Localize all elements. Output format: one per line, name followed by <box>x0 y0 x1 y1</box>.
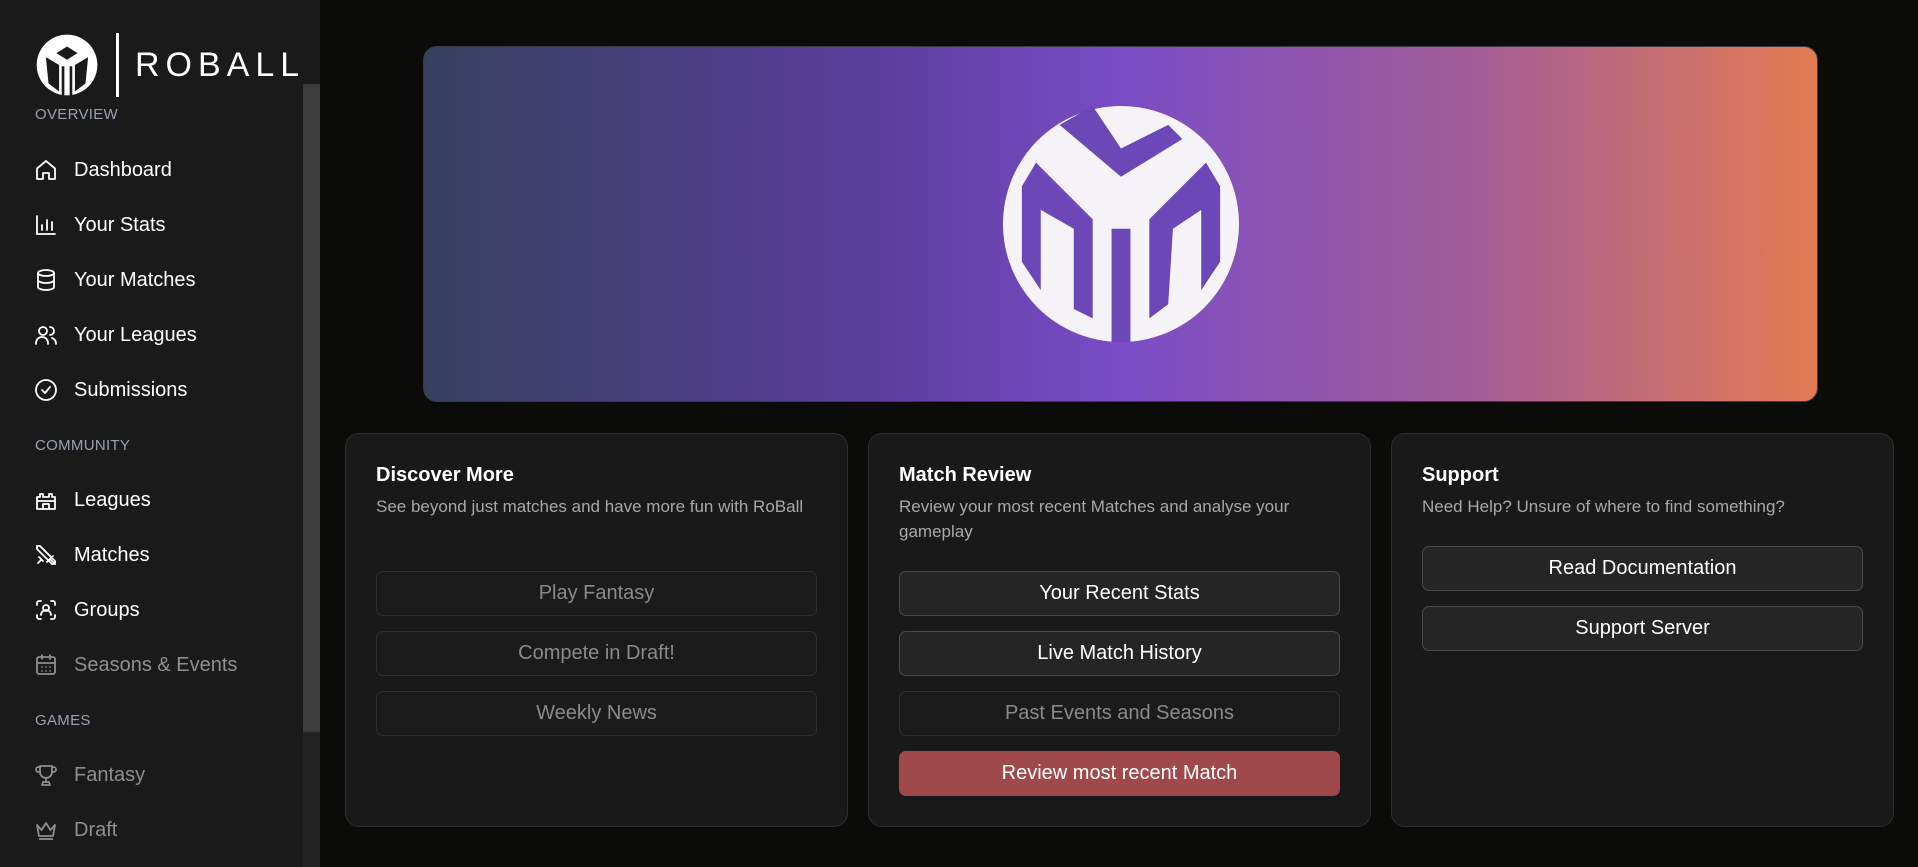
scan-group-icon <box>34 598 58 622</box>
home-icon <box>34 158 58 182</box>
sidebar-item-groups[interactable]: Groups <box>34 590 294 630</box>
review-most-recent-match-button[interactable]: Review most recent Match <box>899 751 1340 796</box>
sidebar-item-label: Matches <box>74 543 150 566</box>
castle-icon <box>34 488 58 512</box>
crown-icon <box>34 818 58 842</box>
database-icon <box>34 268 58 292</box>
roball-logo-icon <box>1002 106 1239 342</box>
sidebar: ROBALL OVERVIEW Dashboard Your Stats You… <box>0 0 320 867</box>
card-title: Match Review <box>899 464 1032 486</box>
card-discover-more: Discover More See beyond just matches an… <box>345 433 848 827</box>
brand-name: ROBALL <box>135 45 306 84</box>
sidebar-item-label: Leagues <box>74 488 151 511</box>
compete-in-draft-button[interactable]: Compete in Draft! <box>376 631 817 676</box>
sidebar-item-seasons-events[interactable]: Seasons & Events <box>34 645 294 685</box>
sidebar-item-fantasy[interactable]: Fantasy <box>34 755 294 795</box>
brand-divider <box>116 33 119 97</box>
sidebar-item-matches[interactable]: Matches <box>34 535 294 575</box>
sidebar-item-label: Submissions <box>74 378 188 401</box>
sidebar-item-label: Your Stats <box>74 213 166 236</box>
card-title: Support <box>1422 464 1499 486</box>
card-description: Review your most recent Matches and anal… <box>899 497 1290 541</box>
read-documentation-button[interactable]: Read Documentation <box>1422 546 1863 591</box>
card-description: Need Help? Unsure of where to find somet… <box>1422 497 1785 516</box>
calendar-icon <box>34 653 58 677</box>
hero-banner <box>423 46 1818 402</box>
card-support: Support Need Help? Unsure of where to fi… <box>1391 433 1894 827</box>
users-icon <box>34 323 58 347</box>
sidebar-item-your-stats[interactable]: Your Stats <box>34 205 294 245</box>
sidebar-item-leagues[interactable]: Leagues <box>34 480 294 520</box>
swords-icon <box>34 543 58 567</box>
sidebar-item-dashboard[interactable]: Dashboard <box>34 150 294 190</box>
brand-logo-link[interactable]: ROBALL <box>34 30 305 100</box>
section-label-overview: OVERVIEW <box>35 106 118 123</box>
sidebar-item-label: Draft <box>74 818 118 841</box>
sidebar-scrollbar-thumb[interactable] <box>303 84 320 732</box>
sidebar-item-label: Dashboard <box>74 158 172 181</box>
sidebar-item-label: Your Leagues <box>74 323 197 346</box>
sidebar-item-draft[interactable]: Draft <box>34 810 294 850</box>
section-label-games: GAMES <box>35 712 91 729</box>
weekly-news-button[interactable]: Weekly News <box>376 691 817 736</box>
sidebar-item-label: Your Matches <box>74 268 196 291</box>
trophy-icon <box>34 763 58 787</box>
sidebar-item-label: Seasons & Events <box>74 653 238 676</box>
support-server-button[interactable]: Support Server <box>1422 606 1863 651</box>
past-events-and-seasons-button[interactable]: Past Events and Seasons <box>899 691 1340 736</box>
sidebar-item-label: Fantasy <box>74 763 146 786</box>
sidebar-item-your-matches[interactable]: Your Matches <box>34 260 294 300</box>
card-title: Discover More <box>376 464 514 486</box>
bar-chart-icon <box>34 213 58 237</box>
live-match-history-button[interactable]: Live Match History <box>899 631 1340 676</box>
your-recent-stats-button[interactable]: Your Recent Stats <box>899 571 1340 616</box>
check-circle-icon <box>34 378 58 402</box>
play-fantasy-button[interactable]: Play Fantasy <box>376 571 817 616</box>
sidebar-item-submissions[interactable]: Submissions <box>34 370 294 410</box>
sidebar-item-your-leagues[interactable]: Your Leagues <box>34 315 294 355</box>
card-description: See beyond just matches and have more fu… <box>376 497 804 516</box>
section-label-community: COMMUNITY <box>35 437 131 454</box>
sidebar-item-label: Groups <box>74 598 140 621</box>
roball-logo-icon <box>36 34 98 96</box>
card-match-review: Match Review Review your most recent Mat… <box>868 433 1371 827</box>
